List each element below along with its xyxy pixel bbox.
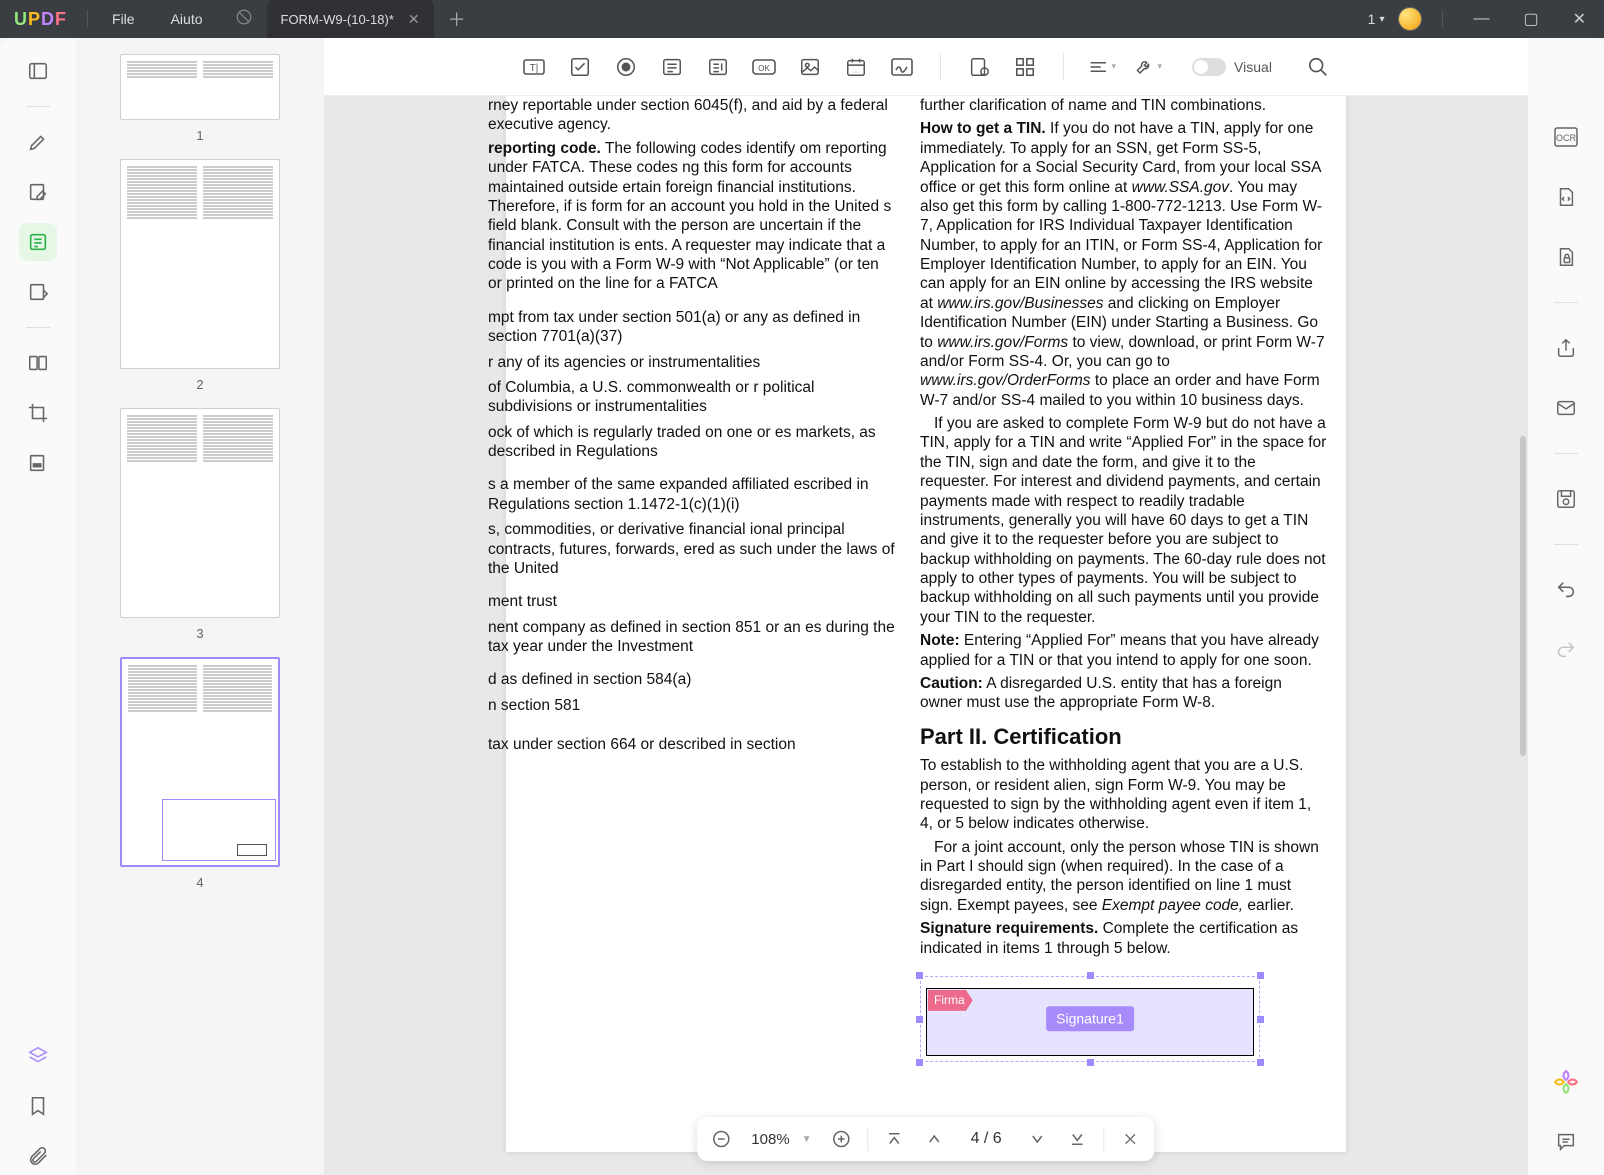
reader-mode-icon[interactable] [19, 52, 57, 90]
zoom-value: 108% [743, 1131, 797, 1148]
signature-field-label: Signature1 [1046, 1006, 1134, 1032]
zoom-dropdown-icon[interactable]: ▼ [802, 1134, 820, 1145]
right-rail: OCR [1528, 38, 1604, 1175]
window-maximize-icon[interactable]: ▢ [1513, 5, 1548, 33]
align-tool-icon[interactable]: ▾ [1088, 53, 1116, 81]
email-icon[interactable] [1547, 389, 1585, 427]
edit-tool-icon[interactable] [19, 173, 57, 211]
page-indicator[interactable]: 4 / 6 [957, 1130, 1016, 1148]
signature-field-selection[interactable]: Firma Signature1 [920, 976, 1260, 1062]
tab-placeholder-icon [221, 8, 267, 31]
ai-assistant-icon[interactable] [1547, 1063, 1585, 1101]
thumbnail-number: 4 [94, 875, 306, 890]
radio-tool-icon[interactable] [612, 53, 640, 81]
close-bar-icon[interactable] [1113, 1121, 1149, 1157]
prev-page-icon[interactable] [917, 1121, 953, 1157]
listbox-tool-icon[interactable] [704, 53, 732, 81]
app-logo: UPDF [0, 9, 81, 30]
section-heading: Part II. Certification [920, 723, 1328, 751]
svg-text:OK: OK [758, 64, 770, 73]
page-4: rney reportable under section 6045(f), a… [506, 96, 1346, 1152]
redo-icon[interactable] [1547, 631, 1585, 669]
first-page-icon[interactable] [877, 1121, 913, 1157]
tools-menu-icon[interactable]: ▾ [1134, 53, 1162, 81]
menu-help[interactable]: Aiuto [153, 3, 221, 35]
zoom-out-icon[interactable] [703, 1121, 739, 1157]
text-field-tool-icon[interactable]: T| [520, 53, 548, 81]
save-as-icon[interactable] [1547, 480, 1585, 518]
menu-file[interactable]: File [94, 3, 153, 35]
form-settings-icon[interactable] [965, 53, 993, 81]
compare-tool-icon[interactable] [19, 344, 57, 382]
signature-type-tag: Firma [928, 990, 973, 1011]
thumbnail-3[interactable]: 3 [94, 408, 306, 641]
forms-tool-icon[interactable] [19, 223, 57, 261]
svg-text:…: … [853, 67, 859, 74]
layers-icon[interactable] [19, 1037, 57, 1075]
convert-icon[interactable] [1547, 178, 1585, 216]
date-field-tool-icon[interactable]: … [842, 53, 870, 81]
tab-title: FORM-W9-(10-18)* [281, 12, 394, 27]
next-page-icon[interactable] [1020, 1121, 1056, 1157]
bookmark-icon[interactable] [19, 1087, 57, 1125]
dropdown-tool-icon[interactable] [658, 53, 686, 81]
highlight-tool-icon[interactable] [19, 123, 57, 161]
search-icon[interactable] [1304, 53, 1332, 81]
window-minimize-icon[interactable]: — [1463, 6, 1499, 32]
grid-view-icon[interactable] [1011, 53, 1039, 81]
last-page-icon[interactable] [1060, 1121, 1096, 1157]
titlebar: UPDF File Aiuto FORM-W9-(10-18)* ✕ ＋ 1▾ … [0, 0, 1604, 38]
svg-text:T|: T| [530, 63, 539, 74]
document-viewport[interactable]: rney reportable under section 6045(f), a… [324, 96, 1528, 1175]
zoom-in-icon[interactable] [824, 1121, 860, 1157]
scrollbar-thumb[interactable] [1520, 436, 1526, 756]
svg-text:OCR: OCR [1556, 133, 1577, 143]
view-controls-bar: 108% ▼ 4 / 6 [697, 1117, 1154, 1161]
ocr-icon[interactable]: OCR [1547, 118, 1585, 156]
user-avatar[interactable] [1398, 7, 1422, 31]
visual-toggle[interactable]: Visual [1192, 58, 1272, 76]
organize-tool-icon[interactable] [19, 273, 57, 311]
page-column-right: further clarification of name and TIN co… [920, 96, 1328, 1062]
button-tool-icon[interactable]: OK [750, 53, 778, 81]
thumbnail-4[interactable]: 4 [94, 657, 306, 890]
checkbox-tool-icon[interactable] [566, 53, 594, 81]
window-close-icon[interactable]: ✕ [1563, 5, 1596, 33]
left-rail [0, 38, 76, 1175]
attachment-icon[interactable] [19, 1137, 57, 1175]
thumbnail-number: 3 [94, 626, 306, 641]
form-toolbar: T| OK … ▾ ▾ Visual [324, 38, 1528, 96]
new-tab-button[interactable]: ＋ [434, 6, 480, 32]
page-column-left: rney reportable under section 6045(f), a… [488, 96, 896, 1062]
share-icon[interactable] [1547, 329, 1585, 367]
thumbnail-number: 1 [94, 128, 306, 143]
undo-icon[interactable] [1547, 571, 1585, 609]
thumbnail-2[interactable]: 2 [94, 159, 306, 392]
thumbnail-number: 2 [94, 377, 306, 392]
visual-label: Visual [1234, 59, 1272, 75]
thumbnail-1[interactable]: 1 [94, 54, 306, 143]
image-field-tool-icon[interactable] [796, 53, 824, 81]
comment-icon[interactable] [1547, 1123, 1585, 1161]
redact-tool-icon[interactable] [19, 444, 57, 482]
document-tab[interactable]: FORM-W9-(10-18)* ✕ [267, 0, 434, 38]
tab-close-icon[interactable]: ✕ [408, 11, 420, 28]
signature-tool-icon[interactable] [888, 53, 916, 81]
crop-tool-icon[interactable] [19, 394, 57, 432]
protect-icon[interactable] [1547, 238, 1585, 276]
toggle-switch[interactable] [1192, 58, 1226, 76]
notification-count[interactable]: 1▾ [1368, 11, 1385, 27]
thumbnails-panel: 1 2 3 4 [76, 38, 324, 1175]
